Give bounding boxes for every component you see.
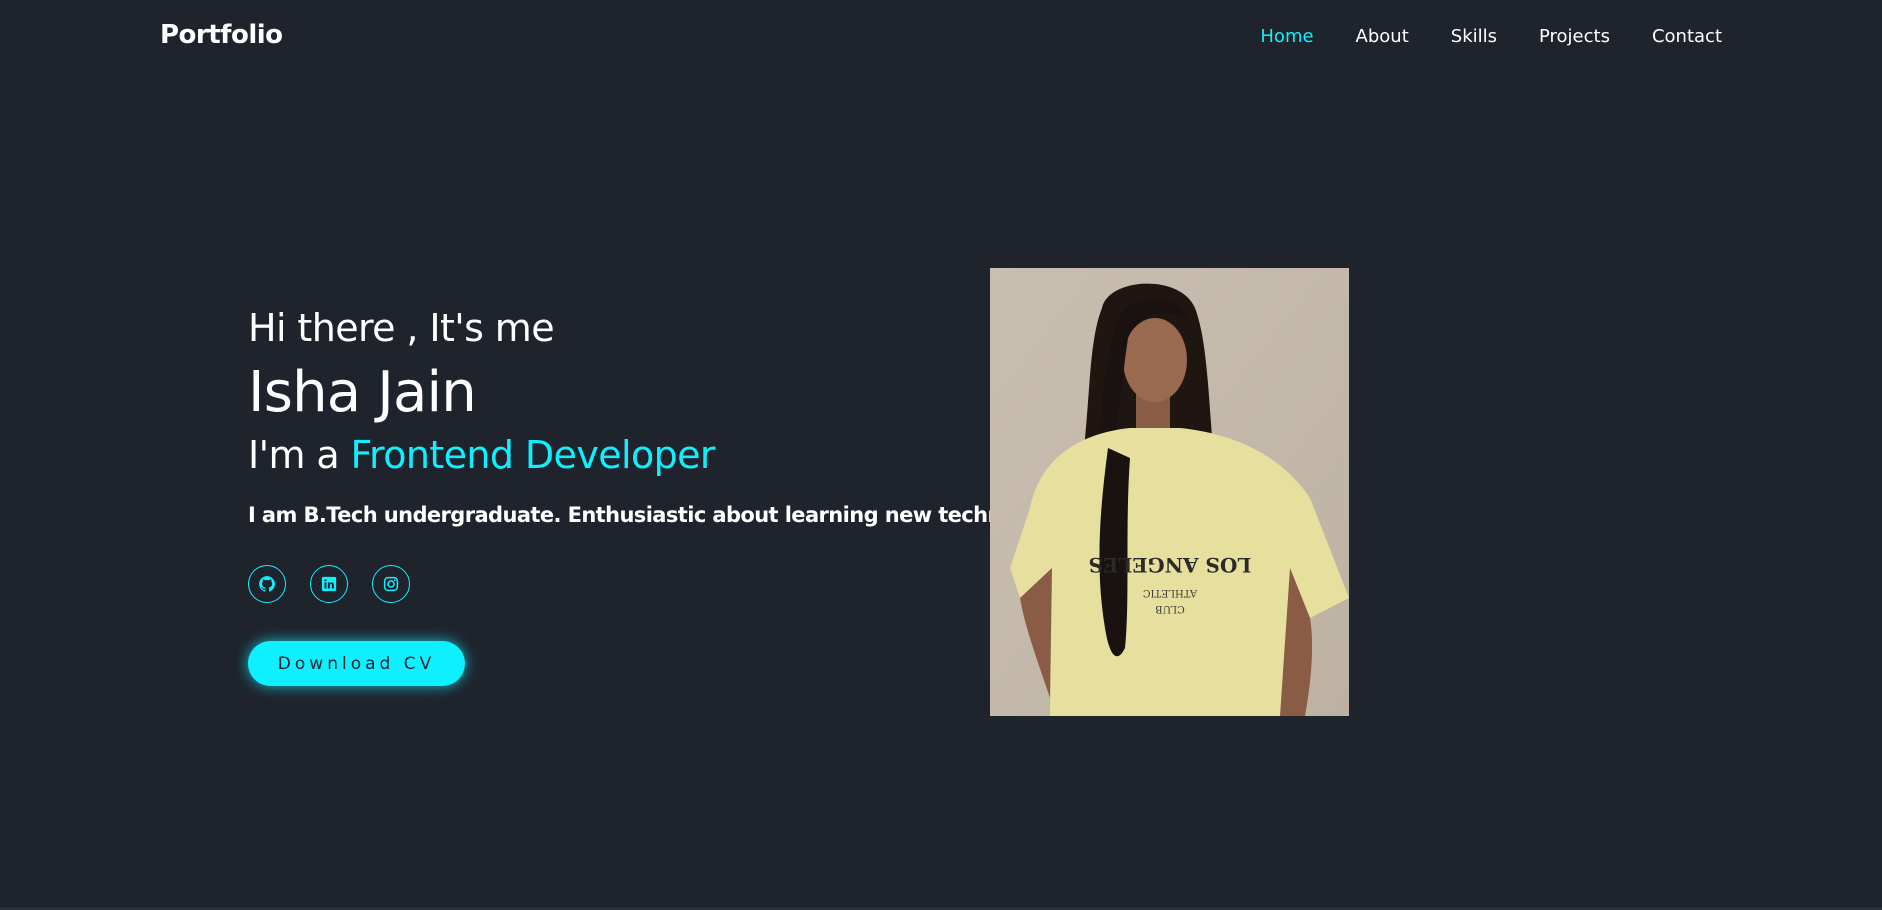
site-logo[interactable]: Portfolio bbox=[160, 20, 283, 50]
profile-photo-illustration: LOS ANGELES ATHLETIC CLUB bbox=[990, 268, 1349, 716]
hero-name: Isha Jain bbox=[248, 360, 477, 425]
site-header: Portfolio Home About Skills Projects Con… bbox=[0, 0, 1882, 76]
hero-description: I am B.Tech undergraduate. Enthusiastic … bbox=[248, 503, 1070, 527]
nav-item-projects[interactable]: Projects bbox=[1539, 26, 1610, 47]
profile-photo: LOS ANGELES ATHLETIC CLUB bbox=[990, 268, 1349, 716]
hero-section: Hi there , It's me Isha Jain I'm a Front… bbox=[248, 304, 1070, 530]
nav-item-contact[interactable]: Contact bbox=[1652, 26, 1722, 47]
hero-role-prefix: I'm a bbox=[248, 433, 351, 477]
shirt-text-line1: LOS ANGELES bbox=[1089, 553, 1252, 577]
github-link[interactable] bbox=[248, 565, 286, 603]
instagram-icon bbox=[383, 576, 399, 592]
shirt-text-line3: CLUB bbox=[1155, 603, 1185, 614]
hero-greeting: Hi there , It's me bbox=[248, 306, 555, 350]
shirt-text-line2: ATHLETIC bbox=[1143, 587, 1199, 598]
main-nav: Home About Skills Projects Contact bbox=[1260, 26, 1722, 47]
nav-item-skills[interactable]: Skills bbox=[1451, 26, 1497, 47]
hero-role-accent: Frontend Developer bbox=[350, 433, 716, 477]
github-icon bbox=[259, 576, 275, 592]
linkedin-link[interactable] bbox=[310, 565, 348, 603]
download-cv-button[interactable]: Download CV bbox=[248, 641, 465, 686]
social-links bbox=[248, 565, 410, 603]
hero-role: I'm a Frontend Developer bbox=[248, 430, 988, 480]
linkedin-icon bbox=[321, 576, 337, 592]
instagram-link[interactable] bbox=[372, 565, 410, 603]
nav-item-about[interactable]: About bbox=[1356, 26, 1409, 47]
nav-item-home[interactable]: Home bbox=[1260, 26, 1313, 47]
